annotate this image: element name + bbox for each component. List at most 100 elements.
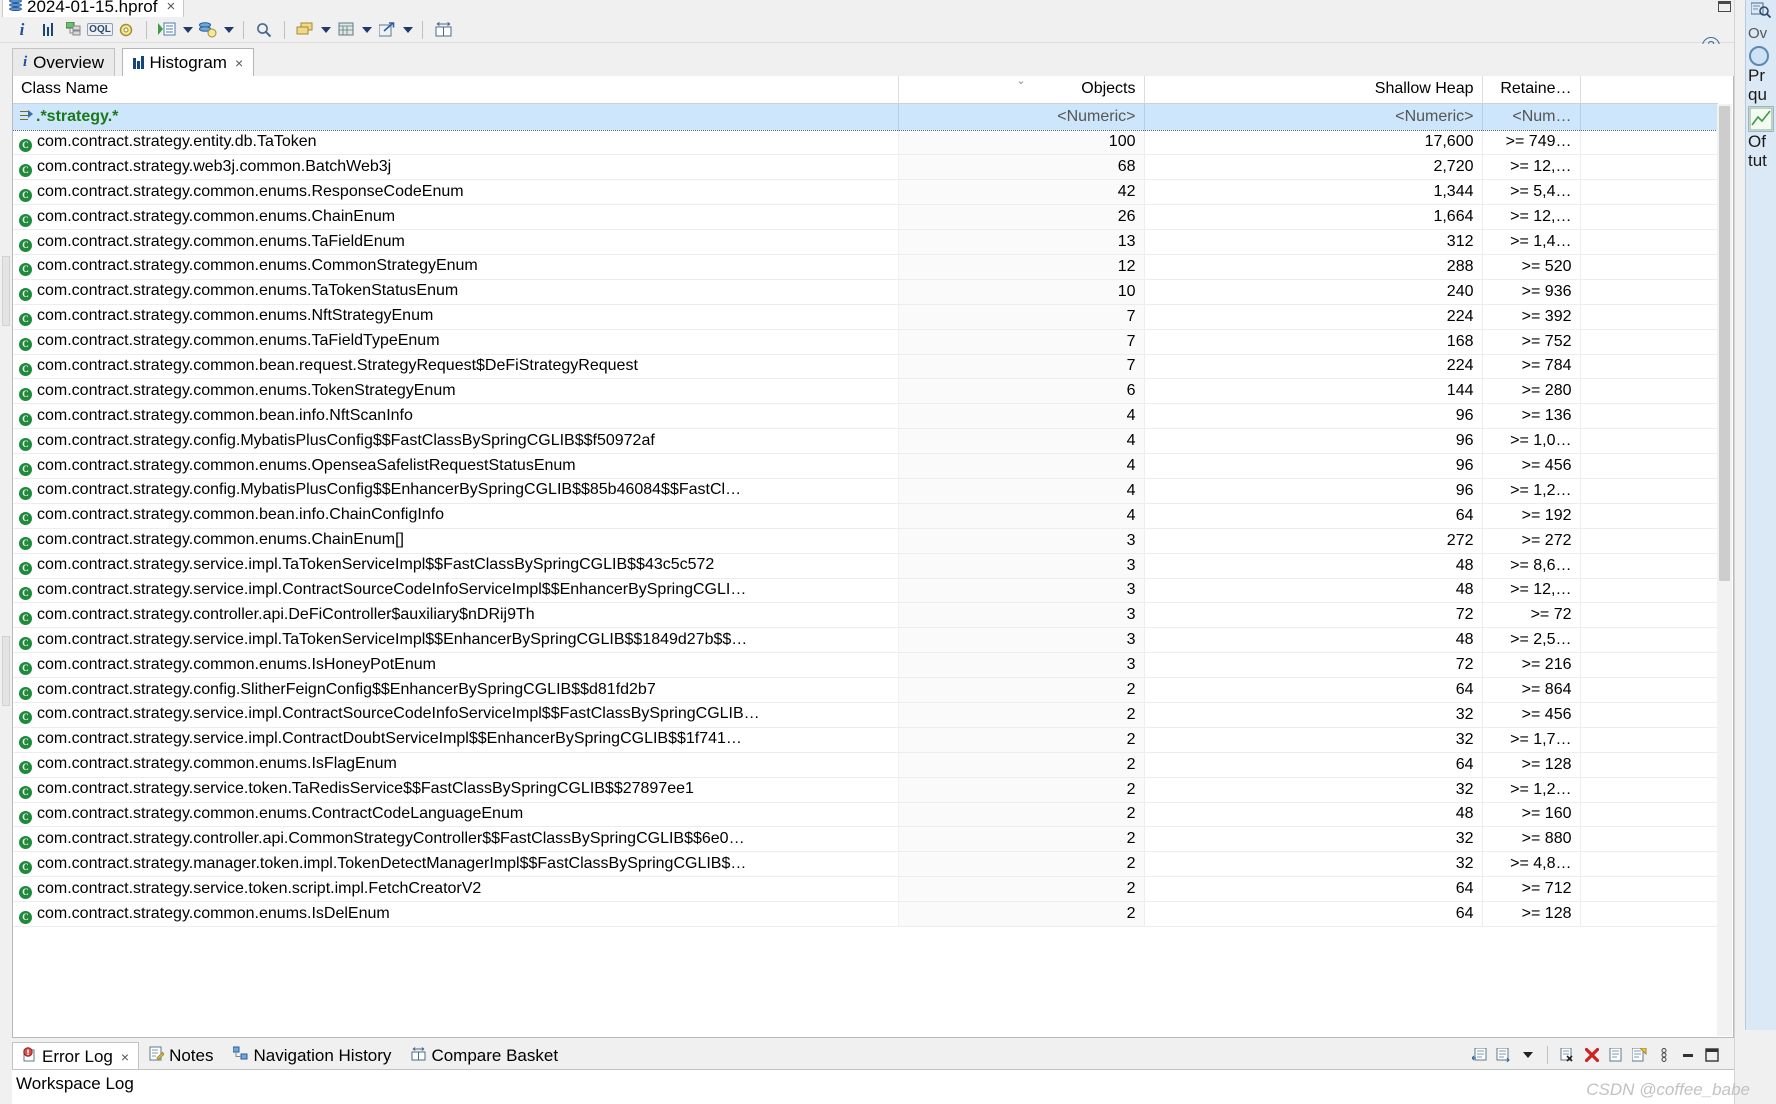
restore-icon[interactable] [1718,1,1734,15]
cell-class-name[interactable]: Ccom.contract.strategy.common.enums.Comm… [13,254,899,280]
table-row[interactable]: Ccom.contract.strategy.common.bean.info.… [13,503,1718,529]
table-row[interactable]: Ccom.contract.strategy.common.enums.Resp… [13,179,1718,206]
right-panel-line-1[interactable]: Pr [1746,66,1776,85]
histogram-icon[interactable] [36,19,60,41]
table-row[interactable]: Ccom.contract.strategy.service.impl.Cont… [13,727,1718,753]
cell-class-name[interactable]: Ccom.contract.strategy.common.enums.IsDe… [13,901,899,927]
cell-class-name[interactable]: Ccom.contract.strategy.common.enums.Open… [13,453,899,479]
cell-class-name[interactable]: Ccom.contract.strategy.manager.token.imp… [13,851,899,878]
calculate-dropdown-arrow[interactable] [360,19,373,41]
cell-class-name[interactable]: Ccom.contract.strategy.common.enums.Cont… [13,802,899,828]
cell-class-name[interactable]: Ccom.contract.strategy.common.enums.IsHo… [13,652,899,679]
table-row[interactable]: Ccom.contract.strategy.common.enums.Chai… [13,204,1718,231]
cell-class-name[interactable]: Ccom.contract.strategy.common.enums.TaFi… [13,329,899,355]
cell-class-name[interactable]: Ccom.contract.strategy.common.enums.TaTo… [13,279,899,305]
compare-icon[interactable] [431,19,455,41]
export-dropdown-arrow[interactable] [401,19,414,41]
cell-class-name[interactable]: Ccom.contract.strategy.web3j.common.Batc… [13,154,899,181]
column-header-class-name[interactable]: Class Name [13,76,899,104]
delete-log-icon[interactable] [1557,1045,1578,1065]
minimize-icon[interactable] [1677,1045,1698,1065]
calculate-icon[interactable] [334,19,358,41]
run-expert-system-dropdown-arrow[interactable] [181,19,194,41]
restore-log-icon[interactable] [1469,1045,1490,1065]
table-row[interactable]: Ccom.contract.strategy.controller.api.De… [13,602,1718,629]
table-row[interactable]: Ccom.contract.strategy.common.bean.reque… [13,354,1718,380]
dominator-tree-icon[interactable] [62,19,86,41]
right-panel-line-2[interactable]: qu [1746,85,1776,104]
column-header-objects[interactable]: ⌄ Objects [898,76,1145,104]
table-row[interactable]: Ccom.contract.strategy.common.enums.Cont… [13,802,1718,828]
table-row[interactable]: Ccom.contract.strategy.common.enums.Open… [13,453,1718,479]
query-browser-dropdown-arrow[interactable] [222,19,235,41]
table-row[interactable]: Ccom.contract.strategy.service.impl.Cont… [13,702,1718,728]
table-row[interactable]: Ccom.contract.strategy.common.enums.Toke… [13,378,1718,405]
table-row[interactable]: Ccom.contract.strategy.common.enums.IsHo… [13,652,1718,679]
oql-icon[interactable]: OQL [87,19,113,41]
overview-info-icon[interactable]: i [10,19,34,41]
cell-class-name[interactable]: Ccom.contract.strategy.config.MybatisPlu… [13,428,899,455]
cell-class-name[interactable]: Ccom.contract.strategy.common.bean.info.… [13,403,899,430]
table-row[interactable]: Ccom.contract.strategy.web3j.common.Batc… [13,154,1718,181]
export-log-icon[interactable] [1493,1045,1514,1065]
clear-log-icon[interactable] [1581,1045,1602,1065]
table-row[interactable]: Ccom.contract.strategy.common.enums.TaFi… [13,329,1718,355]
cell-class-name[interactable]: Ccom.contract.strategy.service.impl.Cont… [13,727,899,753]
close-icon[interactable]: × [235,55,243,71]
query-browser-icon[interactable] [196,19,220,41]
cell-class-name[interactable]: Ccom.contract.strategy.common.enums.Resp… [13,179,899,206]
cell-class-name[interactable]: Ccom.contract.strategy.common.enums.IsFl… [13,752,899,778]
cell-class-name[interactable]: Ccom.contract.strategy.common.enums.Toke… [13,378,899,405]
filter-shallow-cell[interactable]: <Numeric> [1144,102,1483,131]
cell-class-name[interactable]: Ccom.contract.strategy.common.bean.info.… [13,503,899,529]
maximize-icon[interactable] [1701,1045,1722,1065]
cell-class-name[interactable]: Ccom.contract.strategy.common.enums.Chai… [13,204,899,231]
gutter-handle-top[interactable] [2,256,10,326]
table-row[interactable]: Ccom.contract.strategy.common.enums.TaFi… [13,229,1718,255]
search-icon[interactable] [1750,2,1773,20]
cell-class-name[interactable]: Ccom.contract.strategy.service.impl.Cont… [13,578,899,604]
bottom-tab-compare-basket[interactable]: Compare Basket [401,1042,568,1070]
column-header-retained-heap[interactable]: Retaine… [1482,76,1581,104]
close-icon[interactable]: × [121,1049,129,1065]
cell-class-name[interactable]: Ccom.contract.strategy.controller.api.Co… [13,826,899,853]
export-icon[interactable] [375,19,399,41]
filter-objects-cell[interactable]: <Numeric> [898,102,1145,131]
run-expert-system-icon[interactable] [155,19,179,41]
tab-histogram[interactable]: Histogram × [122,48,255,76]
cell-class-name[interactable]: Ccom.contract.strategy.common.bean.reque… [13,354,899,380]
table-row[interactable]: Ccom.contract.strategy.service.impl.TaTo… [13,627,1718,654]
event-details-icon[interactable] [1629,1045,1650,1065]
view-menu-dropdown-arrow[interactable] [1517,1045,1538,1065]
table-row[interactable]: Ccom.contract.strategy.config.SlitherFei… [13,677,1718,703]
table-vertical-scrollbar[interactable] [1717,104,1732,1036]
close-icon[interactable]: × [166,0,175,15]
table-row[interactable]: Ccom.contract.strategy.common.enums.IsDe… [13,901,1718,927]
table-row[interactable]: Ccom.contract.strategy.common.bean.info.… [13,403,1718,430]
filter-row[interactable]: .*strategy.* <Numeric> <Numeric> <Num… [13,102,1718,131]
table-row[interactable]: Ccom.contract.strategy.common.enums.Comm… [13,254,1718,280]
right-panel-line-4[interactable]: tut [1746,151,1776,170]
search-icon[interactable] [252,19,276,41]
cell-class-name[interactable]: Ccom.contract.strategy.service.token.TaR… [13,777,899,803]
cell-class-name[interactable]: Ccom.contract.strategy.common.enums.Chai… [13,528,899,554]
right-panel-line-3[interactable]: Of [1746,132,1776,151]
table-row[interactable]: Ccom.contract.strategy.common.enums.IsFl… [13,752,1718,778]
cell-class-name[interactable]: Ccom.contract.strategy.service.impl.TaTo… [13,553,899,579]
table-row[interactable]: Ccom.contract.strategy.config.MybatisPlu… [13,478,1718,504]
filter-class-name-cell[interactable]: .*strategy.* [13,102,899,131]
table-row[interactable]: Ccom.contract.strategy.controller.api.Co… [13,826,1718,853]
table-row[interactable]: Ccom.contract.strategy.service.impl.TaTo… [13,553,1718,579]
cell-class-name[interactable]: Ccom.contract.strategy.common.enums.TaFi… [13,229,899,255]
cell-class-name[interactable]: Ccom.contract.strategy.config.SlitherFei… [13,677,899,703]
scrollbar-thumb[interactable] [1719,106,1730,581]
cell-class-name[interactable]: Ccom.contract.strategy.service.token.scr… [13,876,899,903]
table-row[interactable]: Ccom.contract.strategy.manager.token.imp… [13,851,1718,878]
cell-class-name[interactable]: Ccom.contract.strategy.service.impl.TaTo… [13,627,899,654]
group-by-icon[interactable] [293,19,317,41]
cell-class-name[interactable]: Ccom.contract.strategy.config.MybatisPlu… [13,478,899,504]
table-row[interactable]: Ccom.contract.strategy.common.enums.Chai… [13,528,1718,554]
open-log-icon[interactable] [1605,1045,1626,1065]
tab-overview[interactable]: i Overview [12,48,116,76]
settings-icon[interactable] [114,19,138,41]
